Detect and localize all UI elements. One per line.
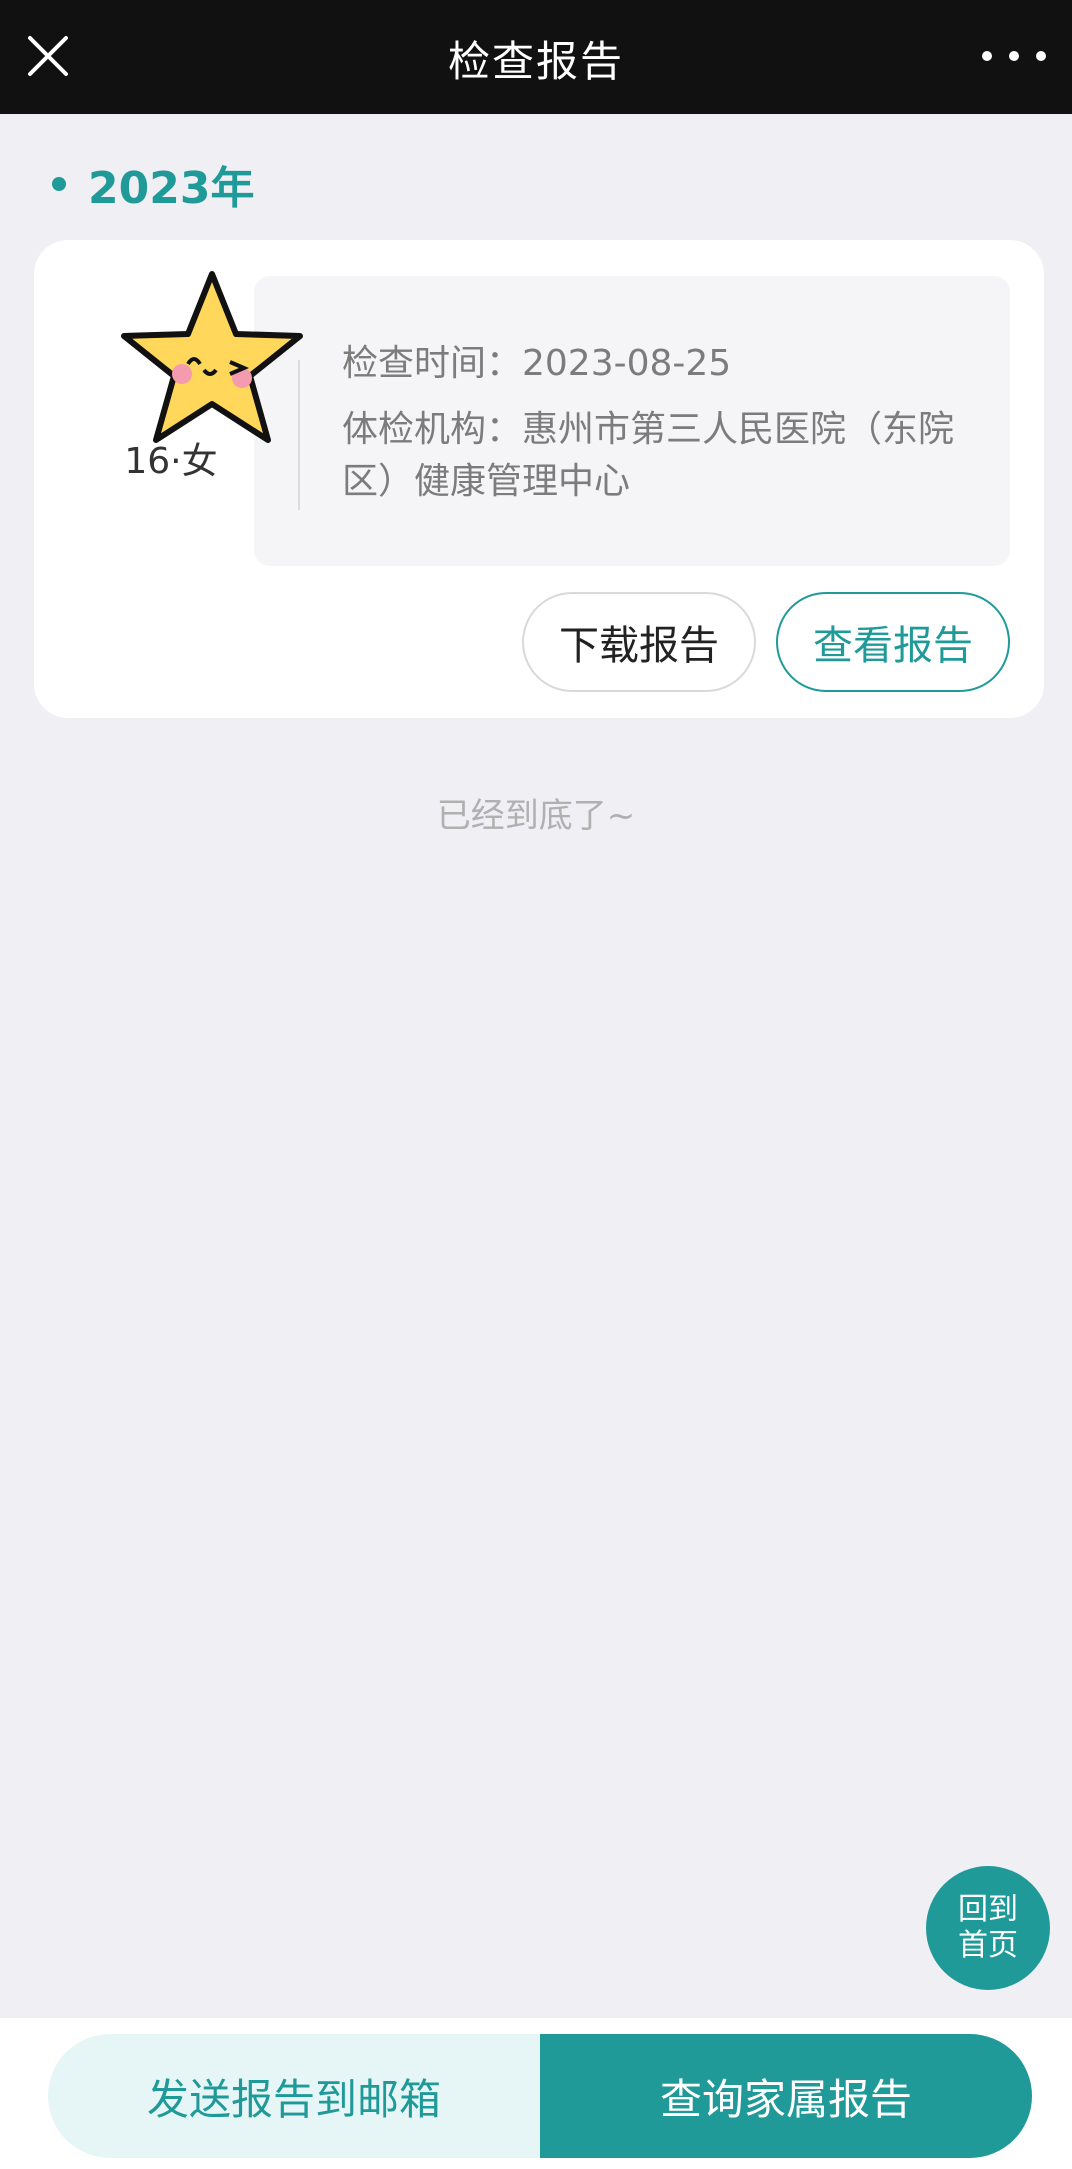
year-label: 2023年 (88, 163, 255, 214)
end-of-list-text: 已经到底了~ (436, 796, 636, 836)
download-report-button[interactable]: 下载报告 (522, 592, 756, 692)
avatar-divider (298, 360, 300, 510)
send-report-email-button[interactable]: 发送报告到邮箱 (48, 2034, 540, 2158)
back-to-home-button[interactable]: 回到 首页 (926, 1866, 1050, 1990)
bottom-action-bar: 发送报告到邮箱 查询家属报告 (0, 2018, 1072, 2169)
top-navigation-bar: 检查报告 (0, 0, 1072, 114)
report-card: 16·女 检查时间：2023-08-25 体检机构：惠州市第三人民医院（东院区）… (34, 240, 1044, 718)
year-dot-icon (52, 177, 66, 191)
institution-text: 体检机构：惠州市第三人民医院（东院区）健康管理中心 (342, 409, 955, 502)
age-gender-label: 16·女 (124, 441, 218, 482)
bottom-action-pill: 发送报告到邮箱 查询家属报告 (48, 2034, 1032, 2158)
home-button-line1: 回到 (958, 1892, 1018, 1927)
year-section-header: 2023年 (52, 152, 254, 216)
page-title: 检查报告 (447, 37, 624, 86)
home-button-line2: 首页 (958, 1928, 1018, 1963)
query-family-reports-button[interactable]: 查询家属报告 (540, 2034, 1032, 2158)
exam-time-text: 检查时间：2023-08-25 (342, 343, 732, 384)
view-report-button[interactable]: 查看报告 (776, 592, 1010, 692)
more-icon[interactable] (982, 36, 1046, 76)
